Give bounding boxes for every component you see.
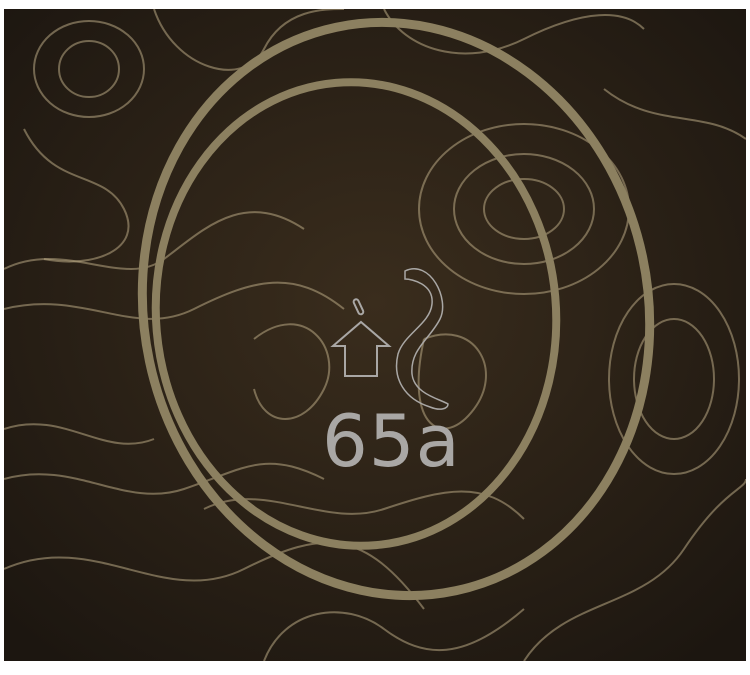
durometer-label: 65a — [322, 399, 461, 483]
o-rings-photo — [4, 9, 746, 661]
